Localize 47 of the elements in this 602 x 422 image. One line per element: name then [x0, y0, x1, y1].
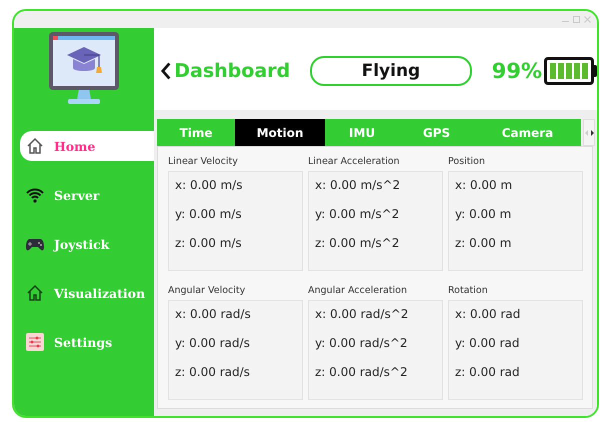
readout-value: z: 0.00 m/s [175, 235, 243, 252]
wifi-icon [26, 187, 44, 203]
group-title: Angular Velocity [168, 285, 246, 296]
group-title: Linear Velocity [168, 156, 239, 167]
tab[interactable]: Time [157, 119, 235, 146]
group-title: Rotation [448, 285, 489, 296]
sidebar-item[interactable]: Joystick [20, 229, 154, 259]
status-display: Flying [310, 56, 472, 86]
tab[interactable]: IMU [325, 119, 399, 146]
close-icon[interactable] [584, 16, 591, 23]
battery-icon [544, 57, 597, 85]
readout-value: x: 0.00 rad/s [175, 306, 252, 323]
maximize-icon[interactable] [573, 16, 580, 23]
readout-value: x: 0.00 m/s^2 [315, 177, 402, 194]
readout-value: z: 0.00 rad [455, 364, 521, 381]
readout-value: x: 0.00 m/s [175, 177, 244, 194]
battery-percentage: 99% [492, 59, 542, 83]
tab[interactable]: Motion [235, 119, 325, 146]
sidebar-item[interactable]: Server [20, 180, 154, 210]
sliders-icon [26, 333, 44, 351]
gamepad-icon [26, 238, 44, 250]
tab[interactable]: Camera [474, 119, 581, 146]
sidebar-item[interactable]: Settings [20, 327, 154, 357]
tab-scroll-buttons[interactable] [583, 119, 595, 146]
sidebar-item[interactable]: Home [20, 131, 154, 161]
home-icon [26, 284, 44, 302]
group-title: Angular Acceleration [308, 285, 408, 296]
tab[interactable]: GPS [399, 119, 474, 146]
page-title: Dashboard [174, 60, 290, 82]
readout-value: x: 0.00 m [455, 177, 514, 194]
sidebar-item[interactable]: Visualization [20, 278, 154, 308]
readout-value: y: 0.00 rad [455, 335, 521, 352]
group-title: Linear Acceleration [308, 156, 401, 167]
readout-value: y: 0.00 rad/s [175, 335, 251, 352]
readout-value: x: 0.00 rad/s^2 [315, 306, 410, 323]
back-chevron-icon[interactable] [160, 61, 172, 81]
readout-value: y: 0.00 m [455, 206, 512, 223]
readout-value: z: 0.00 rad/s [175, 364, 251, 381]
readout-value: y: 0.00 m/s^2 [315, 206, 400, 223]
readout-value: z: 0.00 rad/s^2 [315, 364, 409, 381]
readout-value: z: 0.00 m [455, 235, 512, 252]
readout-value: z: 0.00 m/s^2 [315, 235, 400, 252]
readout-value: x: 0.00 rad [455, 306, 522, 323]
readout-value: y: 0.00 m/s [175, 206, 243, 223]
home-icon [26, 137, 44, 155]
group-title: Position [448, 156, 486, 167]
readout-value: y: 0.00 rad/s^2 [315, 335, 409, 352]
